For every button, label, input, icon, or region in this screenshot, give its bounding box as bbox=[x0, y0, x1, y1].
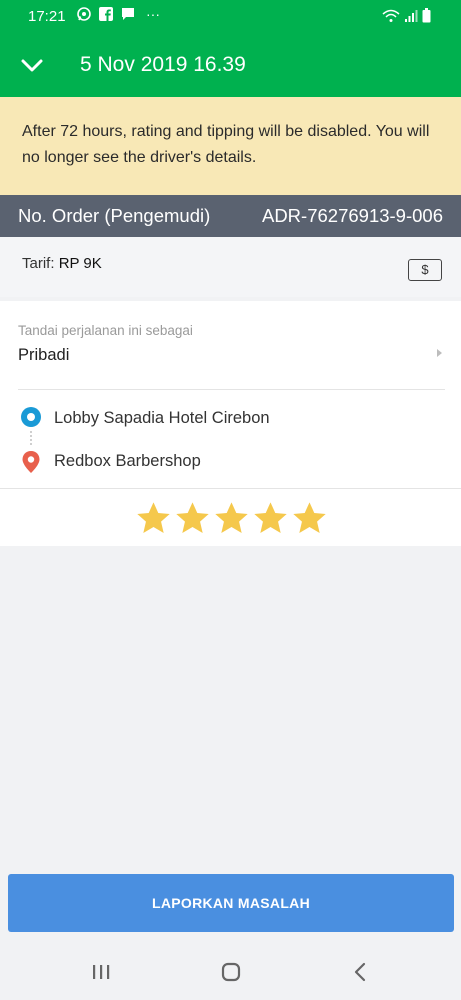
battery-icon bbox=[422, 8, 431, 23]
rating-notice-banner: After 72 hours, rating and tipping will … bbox=[0, 97, 461, 195]
recent-apps-icon[interactable] bbox=[89, 960, 113, 984]
whatsapp-icon bbox=[77, 7, 91, 21]
trip-type-value[interactable]: Pribadi bbox=[18, 346, 69, 365]
pickup-location: Lobby Sapadia Hotel Cirebon bbox=[54, 409, 270, 427]
star-icon[interactable] bbox=[252, 500, 289, 537]
system-navigation-bar bbox=[0, 944, 461, 1000]
back-icon[interactable] bbox=[349, 960, 373, 984]
status-bar: 17:21 ··· bbox=[0, 0, 461, 36]
rating-stars[interactable] bbox=[135, 500, 328, 537]
order-number-bar: No. Order (Pengemudi) ADR-76276913-9-006 bbox=[0, 195, 461, 237]
star-icon[interactable] bbox=[291, 500, 328, 537]
star-icon[interactable] bbox=[213, 500, 250, 537]
dropoff-pin-icon bbox=[22, 451, 40, 473]
chevron-down-icon[interactable] bbox=[20, 54, 44, 78]
fare-label: Tarif: bbox=[22, 255, 55, 272]
star-icon[interactable] bbox=[174, 500, 211, 537]
payment-symbol: $ bbox=[421, 262, 429, 277]
cash-payment-icon: $ bbox=[408, 259, 442, 281]
star-icon[interactable] bbox=[135, 500, 172, 537]
fare-section: Tarif: RP 9K $ bbox=[0, 237, 461, 297]
status-time: 17:21 bbox=[28, 8, 66, 25]
divider bbox=[18, 389, 445, 390]
chevron-right-icon[interactable] bbox=[437, 349, 442, 357]
notification-icons: ··· bbox=[76, 6, 160, 22]
report-problem-button[interactable]: LAPORKAN MASALAH bbox=[8, 874, 454, 932]
chat-icon bbox=[122, 8, 134, 20]
route-dotted-line bbox=[30, 431, 32, 445]
order-label: No. Order (Pengemudi) bbox=[18, 205, 211, 226]
trip-details-card: Tandai perjalanan ini sebagai Pribadi Lo… bbox=[0, 301, 461, 546]
more-notifications-icon: ··· bbox=[146, 6, 160, 22]
order-number: ADR-76276913-9-006 bbox=[261, 205, 443, 226]
page-title: 5 Nov 2019 16.39 bbox=[80, 53, 246, 76]
notice-text: After 72 hours, rating and tipping will … bbox=[22, 123, 430, 166]
wifi-icon bbox=[382, 9, 400, 22]
trip-type-label: Tandai perjalanan ini sebagai bbox=[18, 323, 193, 338]
home-icon[interactable] bbox=[219, 960, 243, 984]
pickup-marker-icon bbox=[21, 407, 41, 427]
divider bbox=[0, 488, 461, 489]
signal-icon bbox=[405, 9, 418, 22]
facebook-icon bbox=[99, 7, 113, 21]
dropoff-location: Redbox Barbershop bbox=[54, 452, 201, 470]
fare-text: Tarif: RP 9K bbox=[22, 255, 102, 272]
fare-amount: RP 9K bbox=[58, 255, 102, 272]
system-icons bbox=[382, 8, 431, 23]
app-bar: 5 Nov 2019 16.39 bbox=[0, 36, 461, 97]
